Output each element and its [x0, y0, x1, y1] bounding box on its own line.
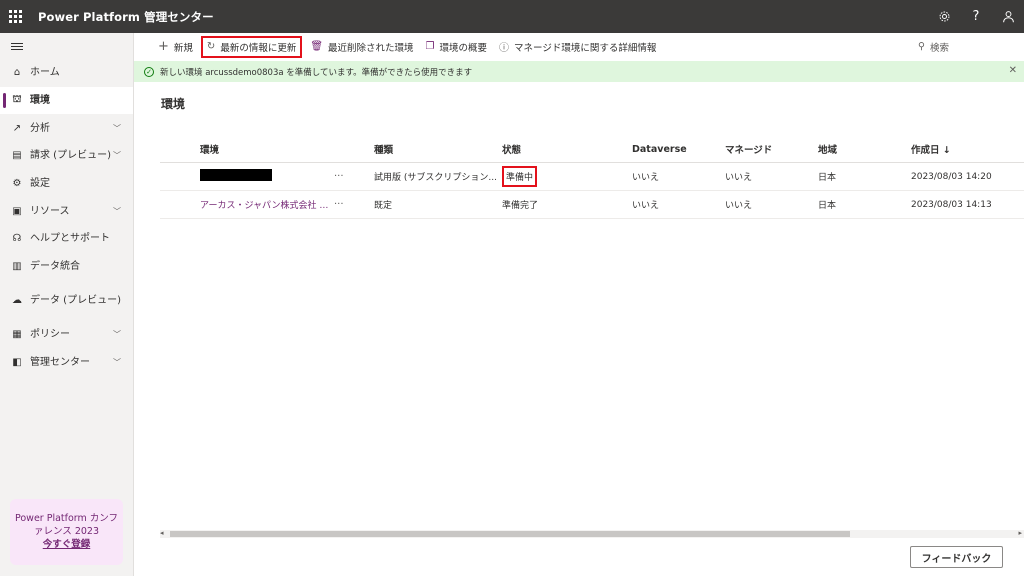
- status-badge: 準備中: [502, 166, 538, 187]
- table-row[interactable]: ··· 試用版 (サブスクリプション... 準備中 いいえ いいえ 日本 202…: [160, 163, 1024, 191]
- success-check-icon: ✓: [144, 66, 154, 77]
- chevron-down-icon: ﹀: [113, 329, 121, 339]
- chevron-down-icon: ﹀: [113, 151, 121, 161]
- search-input[interactable]: ⚲ 検索: [912, 33, 1024, 60]
- created-value: 2023/08/03 14:13: [911, 199, 992, 210]
- column-header-region[interactable]: 地域: [818, 142, 911, 156]
- app-launcher-icon[interactable]: [0, 0, 30, 33]
- created-value: 2023/08/03 14:20: [911, 171, 992, 182]
- region-value: 日本: [818, 201, 837, 211]
- column-header-dataverse[interactable]: Dataverse: [632, 144, 725, 155]
- settings-icon: ⚙: [12, 178, 22, 190]
- sidebar-item-policies[interactable]: ▦ ポリシー ﹀: [0, 321, 133, 349]
- trash-icon: 🗑: [310, 41, 324, 52]
- environment-type: 既定: [374, 201, 393, 211]
- sidebar-item-environments[interactable]: ⛫ 環境: [0, 86, 133, 115]
- admin-center-icon: ◧: [12, 356, 22, 368]
- scroll-right-icon[interactable]: ▸: [1018, 529, 1022, 537]
- column-header-managed[interactable]: マネージド: [725, 142, 818, 156]
- search-icon: ⚲: [918, 41, 925, 52]
- data-icon: ☁: [12, 295, 22, 306]
- sidebar-item-resources[interactable]: ▣ リソース ﹀: [0, 197, 133, 225]
- gear-icon[interactable]: [928, 0, 960, 33]
- sidebar-item-data-preview[interactable]: ☁ データ (プレビュー): [0, 281, 133, 321]
- new-button[interactable]: + 新規: [152, 33, 199, 60]
- notification-bar: ✓ 新しい環境 arcussdemo0803a を準備しています。準備ができたら…: [134, 61, 1024, 82]
- scrollbar-thumb[interactable]: [170, 531, 850, 537]
- more-actions-icon[interactable]: ···: [334, 171, 374, 182]
- sidebar-item-support[interactable]: ☊ ヘルプとサポート: [0, 225, 133, 253]
- environments-icon: ⛫: [12, 94, 22, 106]
- table-row[interactable]: アーカス・ジャパン株式会社 (... ··· 既定 準備完了 いいえ いいえ 日…: [160, 191, 1024, 219]
- environment-overview-button[interactable]: ❐ 環境の概要: [420, 33, 493, 60]
- scroll-left-icon[interactable]: ◂: [160, 529, 164, 537]
- environments-table: 環境 種類 状態 Dataverse マネージド 地域 作成日 ↓ ··· 試用…: [160, 136, 1024, 219]
- chevron-down-icon: ﹀: [113, 123, 121, 133]
- sidebar-item-analytics[interactable]: ↗ 分析 ﹀: [0, 114, 133, 142]
- region-value: 日本: [818, 173, 837, 183]
- column-header-type[interactable]: 種類: [374, 142, 502, 156]
- chevron-down-icon: ﹀: [113, 206, 121, 216]
- column-header-name[interactable]: 環境: [200, 142, 334, 156]
- status-value: 準備完了: [502, 201, 539, 211]
- data-integration-icon: ▥: [12, 261, 22, 273]
- left-navigation: ⌂ ホーム ⛫ 環境 ↗ 分析 ﹀ ▤ 請求 (プレビュー) ﹀ ⚙ 設定 ▣ …: [0, 33, 134, 576]
- top-bar: Power Platform 管理センター ?: [0, 0, 1024, 33]
- help-icon[interactable]: ?: [960, 0, 992, 33]
- sidebar-item-settings[interactable]: ⚙ 設定: [0, 170, 133, 198]
- overview-icon: ❐: [425, 41, 435, 52]
- plus-icon: +: [158, 39, 169, 54]
- sidebar-item-admin-centers[interactable]: ◧ 管理センター ﹀: [0, 348, 133, 376]
- feedback-button[interactable]: フィードバック: [910, 546, 1003, 568]
- analytics-icon: ↗: [12, 122, 22, 134]
- horizontal-scrollbar[interactable]: ◂ ▸: [160, 529, 1024, 538]
- environment-type: 試用版 (サブスクリプション...: [374, 173, 497, 183]
- info-icon: ⓘ: [499, 43, 510, 54]
- command-bar: + 新規 ↻ 最新の情報に更新 🗑 最近削除された環境 ❐ 環境の概要 ⓘ マネ…: [134, 33, 1024, 60]
- refresh-button[interactable]: ↻ 最新の情報に更新: [200, 35, 303, 58]
- managed-value: いいえ: [725, 173, 753, 183]
- policy-icon: ▦: [12, 328, 22, 340]
- environment-name[interactable]: [200, 169, 334, 184]
- managed-environments-info-button[interactable]: ⓘ マネージド環境に関する詳細情報: [493, 33, 662, 60]
- column-header-created[interactable]: 作成日 ↓: [911, 142, 1024, 156]
- more-actions-icon[interactable]: ···: [334, 199, 374, 210]
- refresh-icon: ↻: [206, 41, 216, 52]
- close-icon[interactable]: ✕: [1009, 65, 1017, 76]
- sidebar-item-billing[interactable]: ▤ 請求 (プレビュー) ﹀: [0, 142, 133, 170]
- recently-deleted-button[interactable]: 🗑 最近削除された環境: [304, 33, 419, 60]
- table-header: 環境 種類 状態 Dataverse マネージド 地域 作成日 ↓: [160, 136, 1024, 163]
- environment-name[interactable]: アーカス・ジャパン株式会社 (...: [200, 198, 334, 211]
- dataverse-value: いいえ: [632, 173, 660, 183]
- billing-icon: ▤: [12, 150, 22, 162]
- support-icon: ☊: [12, 233, 22, 245]
- sidebar-item-home[interactable]: ⌂ ホーム: [0, 59, 133, 87]
- page-title: 環境: [161, 97, 186, 111]
- managed-value: いいえ: [725, 201, 753, 211]
- sidebar-item-data-integration[interactable]: ▥ データ統合: [0, 253, 133, 281]
- register-now-link[interactable]: 今すぐ登録: [10, 538, 123, 551]
- account-icon[interactable]: [992, 0, 1024, 33]
- notification-text: 新しい環境 arcussdemo0803a を準備しています。準備ができたら使用…: [160, 67, 473, 78]
- dataverse-value: いいえ: [632, 201, 660, 211]
- app-title: Power Platform 管理センター: [38, 9, 214, 24]
- redacted-name: [200, 169, 272, 181]
- resources-icon: ▣: [12, 205, 22, 217]
- conference-promo: Power Platform カンフ ァレンス 2023 今すぐ登録: [10, 499, 123, 565]
- hamburger-menu-icon[interactable]: [0, 33, 133, 59]
- chevron-down-icon: ﹀: [113, 357, 121, 367]
- column-header-status[interactable]: 状態: [502, 142, 632, 156]
- home-icon: ⌂: [13, 67, 21, 79]
